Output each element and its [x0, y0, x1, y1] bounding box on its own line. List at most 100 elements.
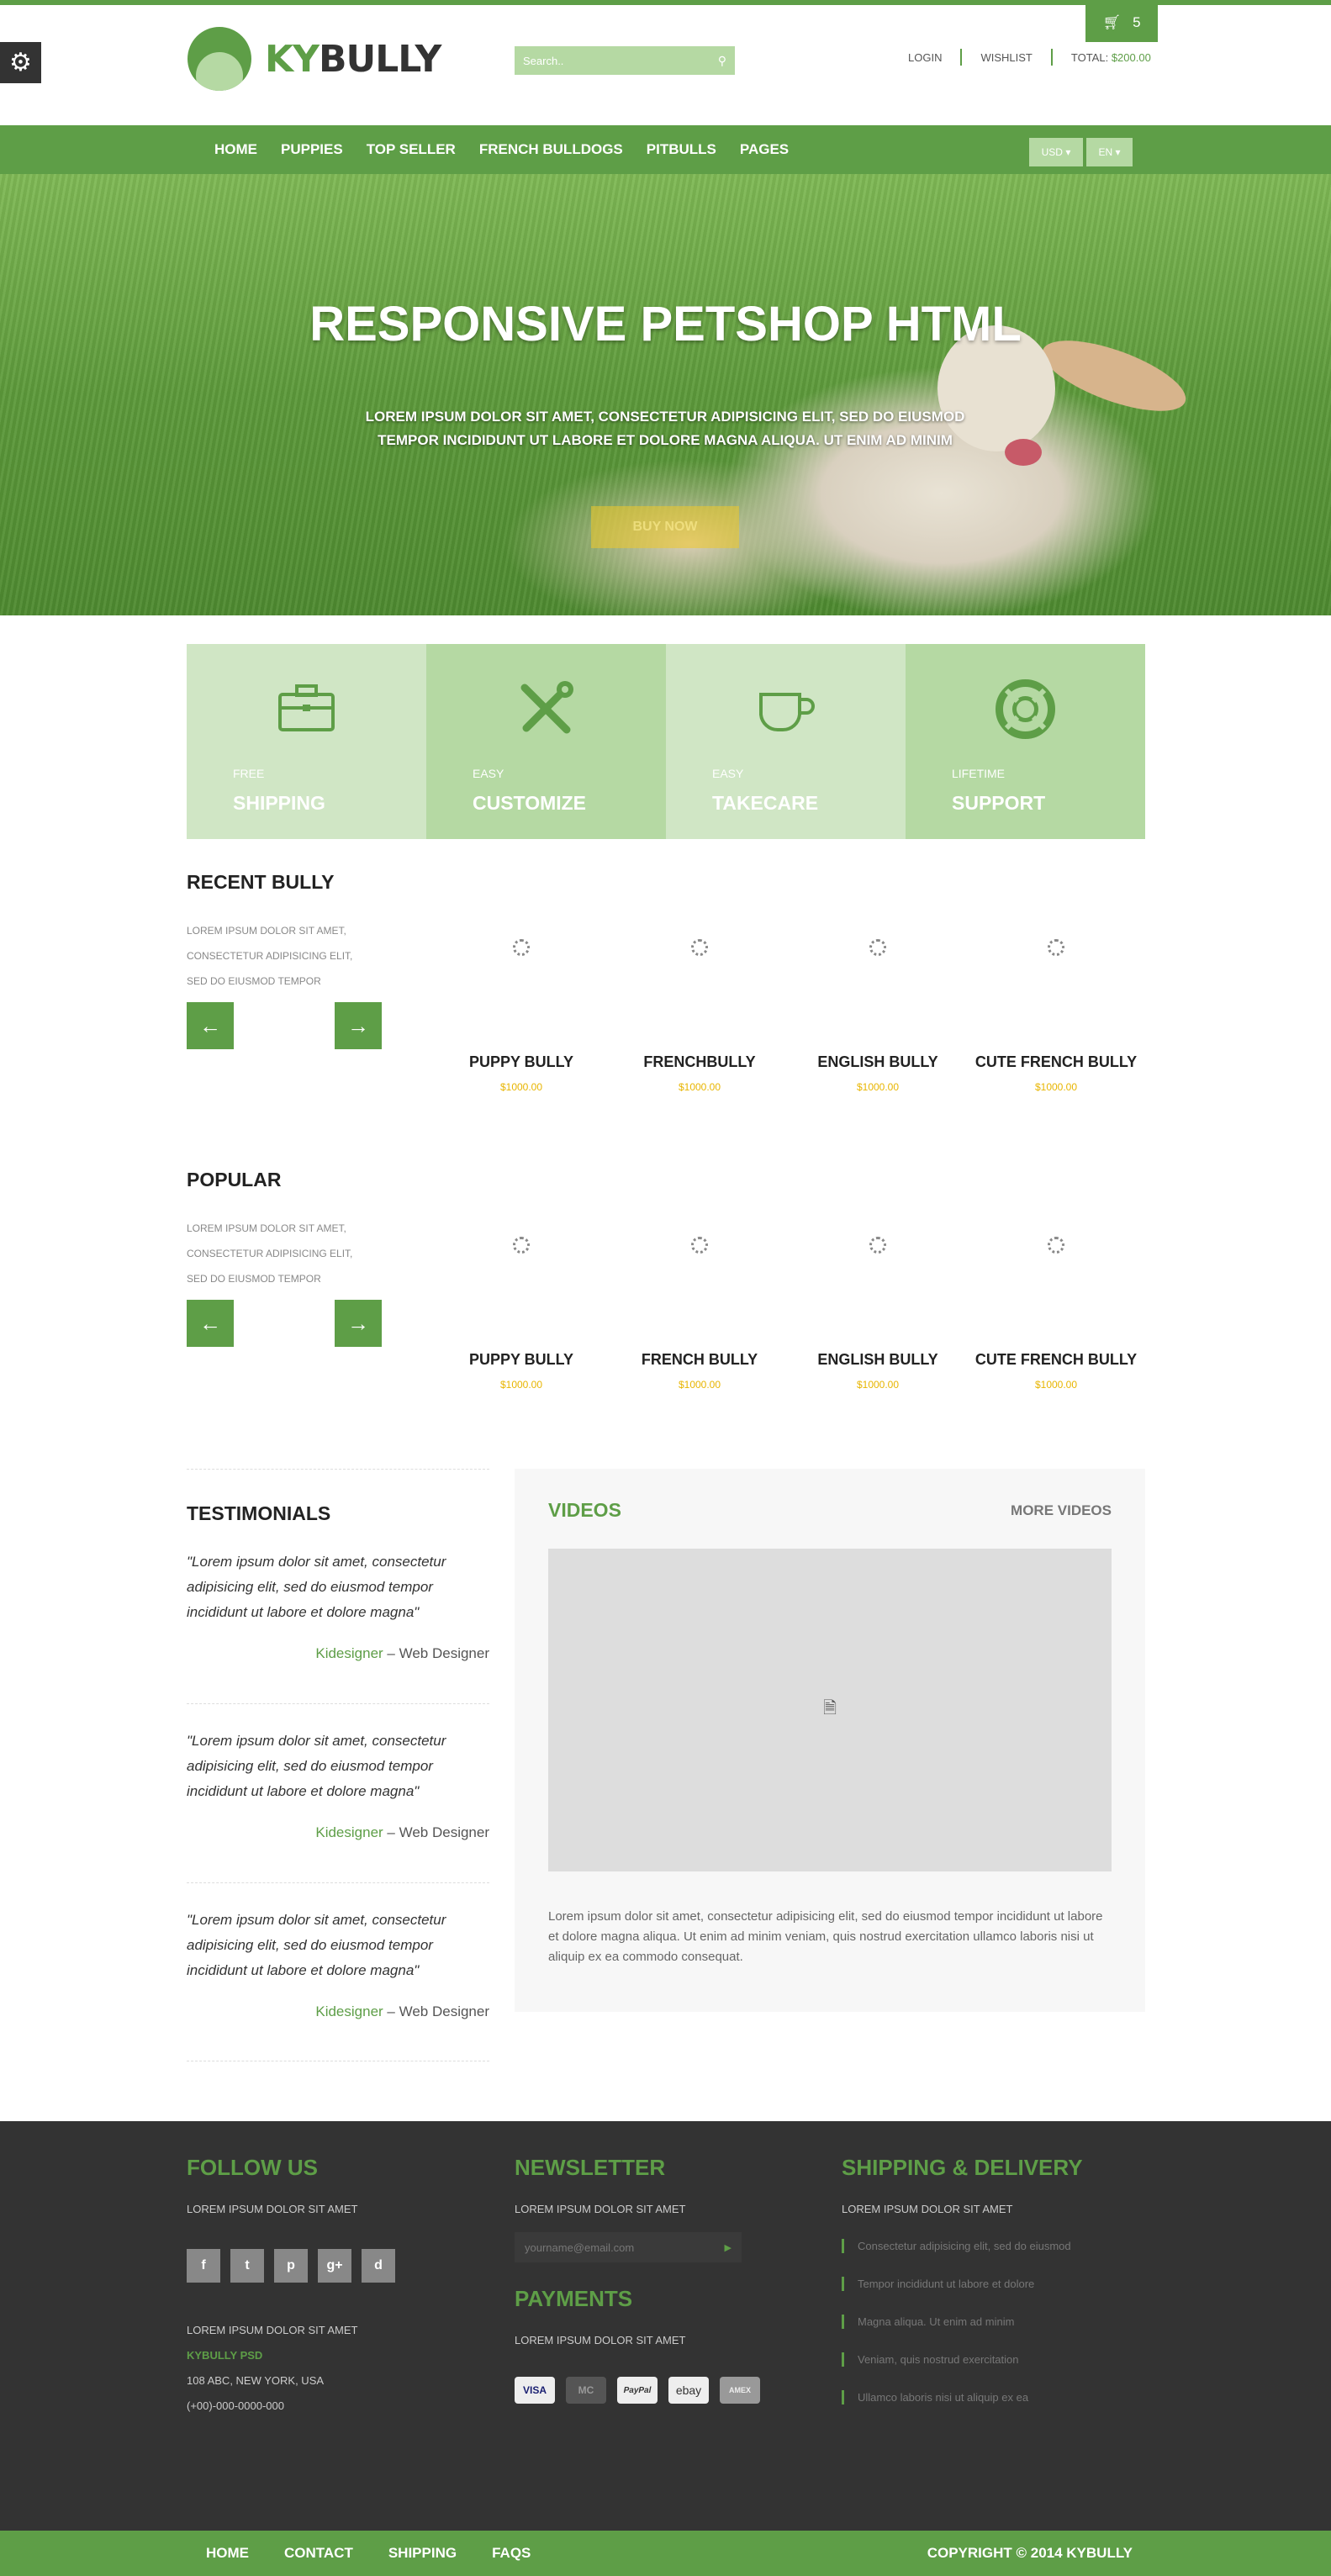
hero-title: RESPONSIVE PETSHOP HTML	[309, 297, 1022, 351]
currency-dropdown[interactable]: USD ▾	[1029, 138, 1083, 166]
testimonial-quote: "Lorem ipsum dolor sit amet, consectetur…	[187, 1554, 446, 1620]
loading-spinner-icon	[513, 1237, 530, 1254]
nav-item-home[interactable]: HOME	[214, 141, 257, 158]
wishlist-link[interactable]: WISHLIST	[980, 51, 1032, 64]
arrow-left-icon: ←	[199, 1310, 221, 1336]
newsletter-text: LOREM IPSUM DOLOR SIT AMET	[515, 2203, 686, 2215]
product-card[interactable]: ENGLISH BULLY $1000.00	[789, 1237, 967, 1391]
divider	[187, 1882, 489, 1883]
product-card[interactable]: FRENCH BULLY $1000.00	[610, 1237, 789, 1391]
language-dropdown[interactable]: EN ▾	[1086, 138, 1133, 166]
logo-text: KYBULLY	[265, 37, 441, 81]
feature-takecare[interactable]: EASY TAKECARE	[666, 644, 906, 839]
arrow-right-icon: →	[347, 1310, 369, 1336]
popular-section-title: POPULAR	[187, 1169, 282, 1190]
twitter-icon[interactable]: t	[230, 2249, 264, 2283]
amex-icon: AMEX	[720, 2377, 760, 2404]
product-card[interactable]: PUPPY BULLY $1000.00	[432, 1237, 610, 1391]
loading-spinner-icon	[869, 939, 886, 956]
testimonial: "Lorem ipsum dolor sit amet, consectetur…	[187, 1729, 489, 1841]
follow-text: LOREM IPSUM DOLOR SIT AMET	[187, 2203, 358, 2215]
hero-dog-image	[1005, 439, 1042, 466]
feature-shipping[interactable]: FREE SHIPPING	[187, 644, 426, 839]
product-card[interactable]: ENGLISH BULLY $1000.00	[789, 939, 967, 1093]
popular-next-button[interactable]: →	[335, 1300, 382, 1347]
footer-follow-column: FOLLOW US LOREM IPSUM DOLOR SIT AMET f t…	[187, 2155, 395, 2419]
footer-newsletter-column: NEWSLETTER LOREM IPSUM DOLOR SIT AMET ▶ …	[515, 2155, 760, 2404]
caret-down-icon: ▾	[1115, 146, 1121, 158]
search-icon[interactable]: ⚲	[718, 54, 726, 68]
shipping-list-item[interactable]: Tempor incididunt ut labore et dolore	[842, 2277, 1083, 2291]
product-card[interactable]: CUTE FRENCH BULLY $1000.00	[967, 1237, 1145, 1391]
hero-cta-button[interactable]: BUY NOW	[591, 506, 739, 548]
main-navbar: HOME PUPPIES TOP SELLER FRENCH BULLDOGS …	[0, 125, 1331, 174]
testimonial-author: Kidesigner – Web Designer	[315, 1645, 489, 1661]
video-player[interactable]: 🗎︎	[548, 1549, 1112, 1871]
briefcase-icon	[278, 684, 335, 731]
google-plus-icon[interactable]: g+	[318, 2249, 351, 2283]
product-card[interactable]: FRENCHBULLY $1000.00	[610, 939, 789, 1093]
dribbble-icon[interactable]: d	[362, 2249, 395, 2283]
cart-count: 5	[1133, 14, 1141, 30]
settings-button[interactable]: ⚙	[0, 42, 41, 83]
paypal-icon: PayPal	[617, 2377, 658, 2404]
recent-section-title: RECENT BULLY	[187, 871, 335, 893]
testimonial: "Lorem ipsum dolor sit amet, consectetur…	[187, 1908, 489, 2020]
testimonial-quote: "Lorem ipsum dolor sit amet, consectetur…	[187, 1912, 446, 1978]
lifebuoy-icon	[996, 679, 1055, 739]
social-links: f t p g+ d	[187, 2249, 395, 2283]
nav-item-pitbulls[interactable]: PITBULLS	[647, 141, 716, 158]
videos-panel: VIDEOS MORE VIDEOS 🗎︎ Lorem ipsum dolor …	[515, 1469, 1145, 2012]
video-description: Lorem ipsum dolor sit amet, consectetur …	[548, 1909, 1103, 1964]
more-videos-link[interactable]: MORE VIDEOS	[1011, 1502, 1112, 1519]
logo-icon	[188, 27, 251, 91]
newsletter-title: NEWSLETTER	[515, 2155, 666, 2180]
newsletter-email-input[interactable]	[525, 2241, 725, 2254]
arrow-left-icon: ←	[199, 1012, 221, 1038]
product-card[interactable]: PUPPY BULLY $1000.00	[432, 939, 610, 1093]
popular-prev-button[interactable]: ←	[187, 1300, 234, 1347]
payment-methods: VISA MC PayPal ebay AMEX	[515, 2377, 760, 2404]
loading-spinner-icon	[869, 1237, 886, 1254]
nav-item-top-seller[interactable]: TOP SELLER	[367, 141, 456, 158]
pinterest-icon[interactable]: p	[274, 2249, 308, 2283]
footer-shipping-column: SHIPPING & DELIVERY LOREM IPSUM DOLOR SI…	[842, 2155, 1083, 2428]
testimonial-author: Kidesigner – Web Designer	[315, 2003, 489, 2019]
nav-item-french-bulldogs[interactable]: FRENCH BULLDOGS	[479, 141, 623, 158]
facebook-icon[interactable]: f	[187, 2249, 220, 2283]
testimonial: "Lorem ipsum dolor sit amet, consectetur…	[187, 1549, 489, 1662]
testimonials-title: TESTIMONIALS	[187, 1502, 331, 1524]
cup-icon	[759, 693, 815, 732]
footer-link-contact[interactable]: CONTACT	[284, 2545, 353, 2562]
nav-item-pages[interactable]: PAGES	[740, 141, 789, 158]
recent-next-button[interactable]: →	[335, 1002, 382, 1049]
cart-button[interactable]: 🛒︎ 5	[1085, 3, 1158, 42]
logo[interactable]: KYBULLY	[188, 27, 441, 91]
footer-link-home[interactable]: HOME	[206, 2545, 249, 2562]
shipping-list: Consectetur adipisicing elit, sed do eiu…	[842, 2239, 1083, 2404]
submit-arrow-icon[interactable]: ▶	[725, 2242, 732, 2253]
login-link[interactable]: LOGIN	[908, 51, 942, 64]
footer-nav: HOME CONTACT SHIPPING FAQS	[206, 2531, 531, 2576]
loading-spinner-icon	[1048, 939, 1064, 956]
cart-total[interactable]: TOTAL: $200.00	[1071, 51, 1151, 64]
footer-link-faqs[interactable]: FAQS	[492, 2545, 531, 2562]
shipping-title: SHIPPING & DELIVERY	[842, 2155, 1083, 2180]
recent-prev-button[interactable]: ←	[187, 1002, 234, 1049]
shipping-list-item[interactable]: Magna aliqua. Ut enim ad minim	[842, 2315, 1083, 2329]
product-card[interactable]: CUTE FRENCH BULLY $1000.00	[967, 939, 1145, 1093]
search-input[interactable]	[523, 54, 718, 67]
ebay-icon: ebay	[668, 2377, 709, 2404]
footer: FOLLOW US LOREM IPSUM DOLOR SIT AMET f t…	[0, 2121, 1331, 2531]
gear-icon: ⚙	[9, 49, 32, 77]
payments-title: PAYMENTS	[515, 2286, 633, 2311]
footer-link-shipping[interactable]: SHIPPING	[388, 2545, 457, 2562]
shipping-list-item[interactable]: Veniam, quis nostrud exercitation	[842, 2352, 1083, 2367]
shipping-list-item[interactable]: Ullamco laboris nisi ut aliquip ex ea	[842, 2390, 1083, 2404]
nav-item-puppies[interactable]: PUPPIES	[281, 141, 343, 158]
shipping-list-item[interactable]: Consectetur adipisicing elit, sed do eiu…	[842, 2239, 1083, 2253]
feature-support[interactable]: LIFETIME SUPPORT	[906, 644, 1145, 839]
tools-icon	[520, 681, 573, 734]
search-box: ⚲	[515, 46, 735, 75]
feature-customize[interactable]: EASY CUSTOMIZE	[426, 644, 666, 839]
